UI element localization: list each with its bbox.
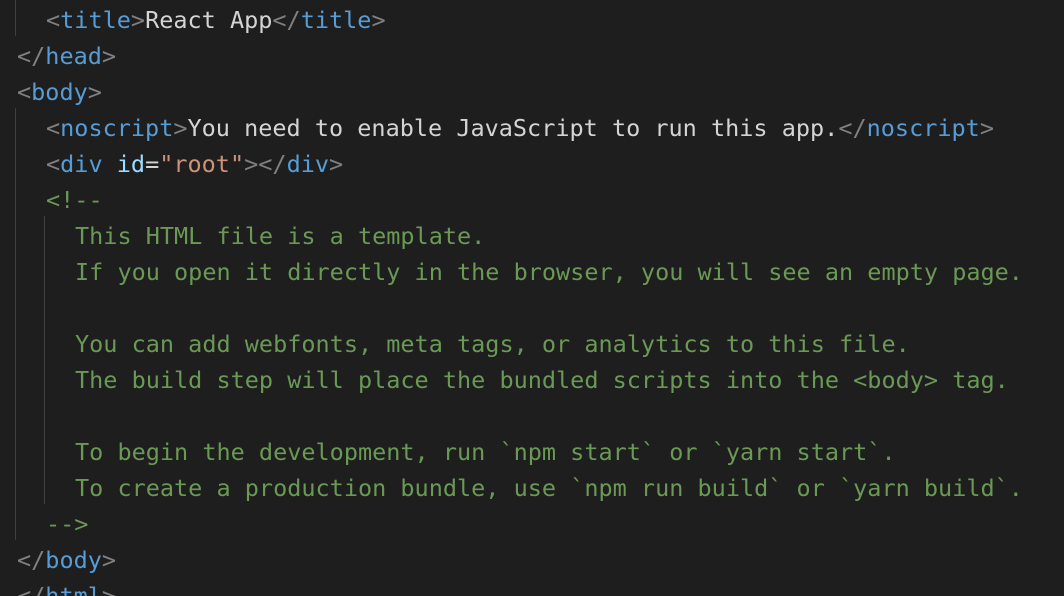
code-editor[interactable]: <title>React App</title> </head> <body> <no… <box>0 0 1064 596</box>
code-token-bracket: </ <box>17 42 46 70</box>
code-token-bracket: > <box>173 114 188 142</box>
indent-guide <box>15 0 16 36</box>
code-token-tag: title <box>60 6 131 34</box>
code-token-text: You need to enable JavaScript to run thi… <box>187 114 839 142</box>
code-line[interactable]: If you open it directly in the browser, … <box>75 254 1023 290</box>
code-token-tag: html <box>45 582 102 596</box>
code-token-bracket: > <box>329 150 344 178</box>
code-line[interactable]: <title>React App</title> <box>46 2 386 38</box>
code-token-comment: If you open it directly in the browser, … <box>75 258 1023 286</box>
code-token-attribute: id <box>116 150 146 178</box>
code-token-comment: To create a production bundle, use `npm … <box>75 474 1023 502</box>
code-line[interactable]: <noscript>You need to enable JavaScript … <box>46 110 994 146</box>
code-line[interactable]: To create a production bundle, use `npm … <box>75 470 1023 506</box>
code-line[interactable]: </html> <box>17 578 116 596</box>
code-line[interactable]: This HTML file is a template. <box>75 218 485 254</box>
code-line[interactable]: You can add webfonts, meta tags, or anal… <box>75 326 910 362</box>
code-token-bracket: < <box>17 78 32 106</box>
code-line[interactable]: To begin the development, run `npm start… <box>75 434 896 470</box>
code-token-bracket: > <box>130 6 146 34</box>
code-token-comment: <!-- <box>46 186 103 214</box>
code-token-text: = <box>145 150 160 178</box>
code-line[interactable]: <body> <box>17 74 102 110</box>
code-token-bracket: < <box>46 114 61 142</box>
code-token-bracket: < <box>46 6 61 34</box>
code-token-text: React App <box>145 6 273 34</box>
code-token-bracket: </ <box>17 546 46 574</box>
code-line[interactable]: <div id="root"></div> <box>46 146 343 182</box>
code-token-string: "root" <box>159 150 245 178</box>
code-token-tag: body <box>45 546 102 574</box>
code-token-comment: The build step will place the bundled sc… <box>75 366 1009 394</box>
code-token-tag: div <box>286 150 330 178</box>
code-token-bracket: < <box>46 150 61 178</box>
code-token-bracket: > <box>101 546 117 574</box>
indent-guide <box>44 216 45 504</box>
code-line[interactable]: <!-- <box>46 182 103 218</box>
code-token-comment: This HTML file is a template. <box>75 222 486 250</box>
indent-guide <box>15 108 16 540</box>
code-token-bracket: ></ <box>244 150 287 178</box>
code-token-bracket: > <box>979 114 994 142</box>
code-token-bracket: > <box>371 6 386 34</box>
code-line[interactable]: </body> <box>17 542 116 578</box>
code-line[interactable]: --> <box>46 506 88 542</box>
code-token-comment: To begin the development, run `npm start… <box>75 438 896 466</box>
code-token-tag: noscript <box>60 114 174 142</box>
code-token-tag: body <box>31 78 88 106</box>
code-token-tag: title <box>300 6 372 34</box>
code-token-bracket: </ <box>838 114 867 142</box>
code-line[interactable]: The build step will place the bundled sc… <box>75 362 1009 398</box>
code-token-tag: div <box>60 150 103 178</box>
code-token-tag: head <box>45 42 102 70</box>
code-line[interactable]: </head> <box>17 38 116 74</box>
code-token-bracket: > <box>101 582 117 596</box>
code-token-comment: You can add webfonts, meta tags, or anal… <box>75 330 910 358</box>
code-token-bracket: </ <box>272 6 301 34</box>
code-token-comment: --> <box>46 510 89 538</box>
code-token-bracket: > <box>87 78 102 106</box>
code-token-bracket: > <box>101 42 117 70</box>
code-token-tag: noscript <box>866 114 980 142</box>
code-token-bracket: </ <box>17 582 46 596</box>
